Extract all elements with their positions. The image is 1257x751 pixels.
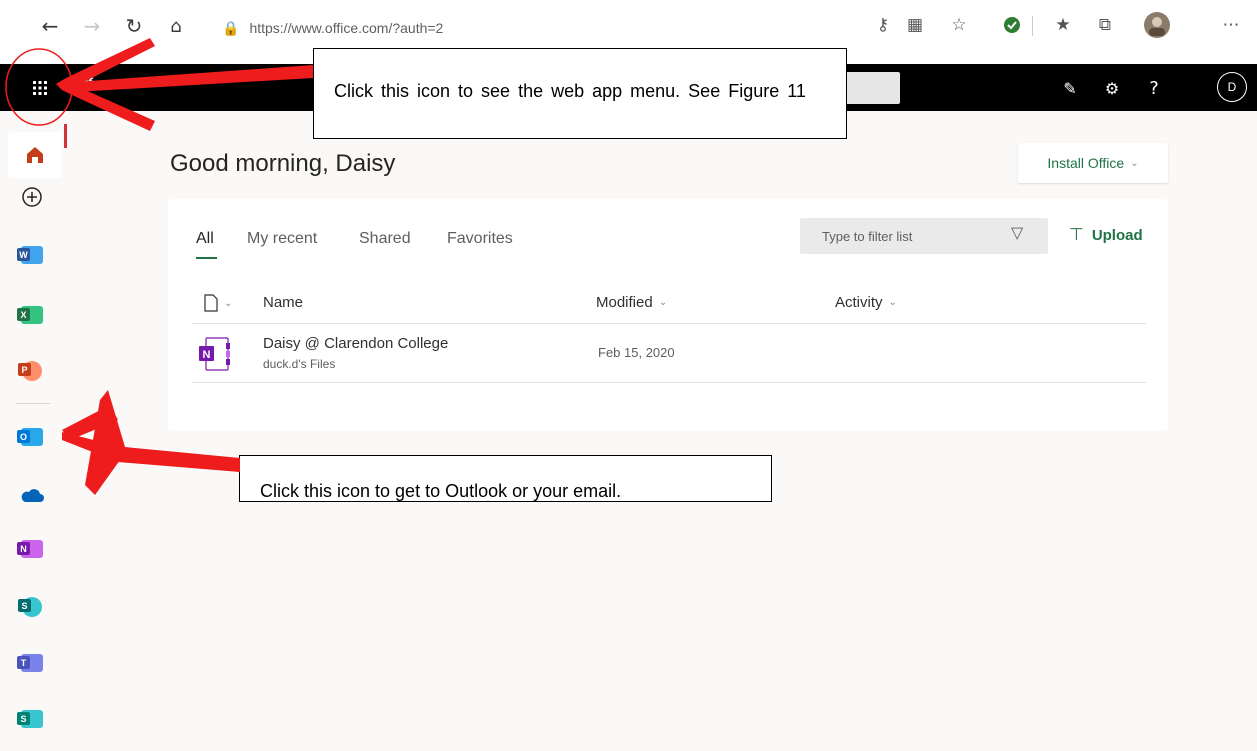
install-office-button[interactable]: Install Office ⌄ <box>1018 143 1168 183</box>
chevron-down-icon: ⌄ <box>888 297 897 308</box>
collections-icon[interactable]: ⧉ <box>1090 10 1120 40</box>
back-icon[interactable]: ← <box>34 10 66 42</box>
column-modified-label: Modified <box>596 294 653 311</box>
excel-icon: X <box>17 306 43 324</box>
filter-icon[interactable]: ▽ <box>1011 223 1023 242</box>
install-office-label: Install Office <box>1047 155 1125 171</box>
app-launcher-icon[interactable] <box>26 74 54 102</box>
upload-arrow-icon: ⊤ <box>1069 225 1084 244</box>
rail-item-onedrive[interactable] <box>14 477 50 513</box>
rail-item-excel[interactable]: X <box>14 297 50 333</box>
powerpoint-icon: P <box>18 361 42 381</box>
rail-item-sharepoint[interactable]: S <box>14 589 50 625</box>
home-app-icon <box>27 147 43 163</box>
tab-shared[interactable]: Shared <box>359 230 411 248</box>
sway-icon: S <box>17 710 43 728</box>
column-header-modified[interactable]: Modified ⌄ <box>596 294 667 311</box>
callout-app-menu: Click this icon to see the web app menu.… <box>313 48 847 139</box>
rail-item-sway[interactable]: S <box>14 701 50 737</box>
rail-item-onenote[interactable]: N <box>14 531 50 567</box>
column-name-label: Name <box>263 294 304 311</box>
create-plus-icon <box>22 187 42 207</box>
profile-icon[interactable] <box>1142 10 1172 40</box>
row-divider <box>192 382 1146 383</box>
file-name[interactable]: Daisy @ Clarendon College <box>263 335 448 352</box>
home-icon[interactable]: ⌂ <box>160 10 192 42</box>
file-type-header[interactable]: ⌄ <box>204 294 232 312</box>
add-favorite-icon[interactable]: ☆ <box>944 10 974 40</box>
tab-all[interactable]: All <box>196 230 214 248</box>
column-header-name[interactable]: Name <box>263 294 303 311</box>
rail-item-create[interactable] <box>14 179 50 215</box>
active-indicator <box>64 124 67 148</box>
tab-underline <box>196 257 217 259</box>
rail-item-powerpoint[interactable]: P <box>14 353 50 389</box>
file-modified-date: Feb 15, 2020 <box>598 345 675 360</box>
column-header-activity[interactable]: Activity ⌄ <box>835 294 897 311</box>
chevron-down-icon: ⌄ <box>658 297 668 308</box>
upload-button[interactable]: ⊤ Upload <box>1069 225 1143 245</box>
chevron-down-icon: ⌄ <box>224 297 233 309</box>
reader-icon[interactable]: ▦ <box>900 10 930 40</box>
lock-icon[interactable]: 🔒 <box>222 20 239 37</box>
word-icon: W <box>17 246 43 264</box>
help-icon[interactable]: ? <box>1140 74 1168 102</box>
feedback-icon[interactable]: ✎ <box>1056 74 1084 102</box>
column-activity-label: Activity <box>835 294 883 311</box>
app-rail: W X P O N S T S <box>0 111 64 751</box>
forward-icon[interactable]: → <box>76 10 108 42</box>
upload-label: Upload <box>1091 226 1143 244</box>
sharepoint-icon: S <box>18 597 42 617</box>
refresh-icon[interactable]: ↻ <box>118 10 150 42</box>
page-title: Good morning, Daisy <box>170 150 396 177</box>
onenote-icon: N <box>17 540 43 558</box>
callout-outlook: Click this icon to get to Outlook or you… <box>239 455 772 502</box>
onedrive-icon <box>21 489 44 502</box>
rail-item-home[interactable] <box>8 132 62 178</box>
rail-item-word[interactable]: W <box>14 237 50 273</box>
rail-item-teams[interactable]: T <box>14 645 50 681</box>
teams-icon: T <box>17 654 43 672</box>
favorites-icon[interactable]: ★ <box>1048 10 1078 40</box>
tab-favorites[interactable]: Favorites <box>447 230 513 248</box>
rail-divider <box>16 403 50 404</box>
shield-check-icon[interactable] <box>997 10 1027 40</box>
key-icon[interactable]: ⚷ <box>868 10 898 40</box>
chevron-down-icon: ⌄ <box>1130 157 1139 169</box>
header-divider <box>192 323 1146 324</box>
more-icon[interactable]: ⋯ <box>1216 10 1246 40</box>
avatar[interactable]: D <box>1217 72 1247 102</box>
tab-my-recent[interactable]: My recent <box>247 230 317 248</box>
files-panel: All My recent Shared Favorites Type to f… <box>168 199 1168 431</box>
file-icon <box>204 294 218 312</box>
toolbar-divider <box>1032 16 1033 36</box>
url-text[interactable]: https://www.office.com/?auth=2 <box>249 20 443 36</box>
svg-text:N: N <box>203 349 211 361</box>
outlook-icon: O <box>17 428 43 446</box>
onenote-file-icon[interactable]: N <box>196 337 232 371</box>
file-location: duck.d's Files <box>263 357 336 371</box>
brand-label[interactable]: Off <box>70 76 93 94</box>
address-bar[interactable]: 🔒 https://www.office.com/?auth=2 <box>222 16 862 40</box>
rail-item-outlook[interactable]: O <box>14 419 50 455</box>
settings-gear-icon[interactable]: ⚙ <box>1098 74 1126 102</box>
